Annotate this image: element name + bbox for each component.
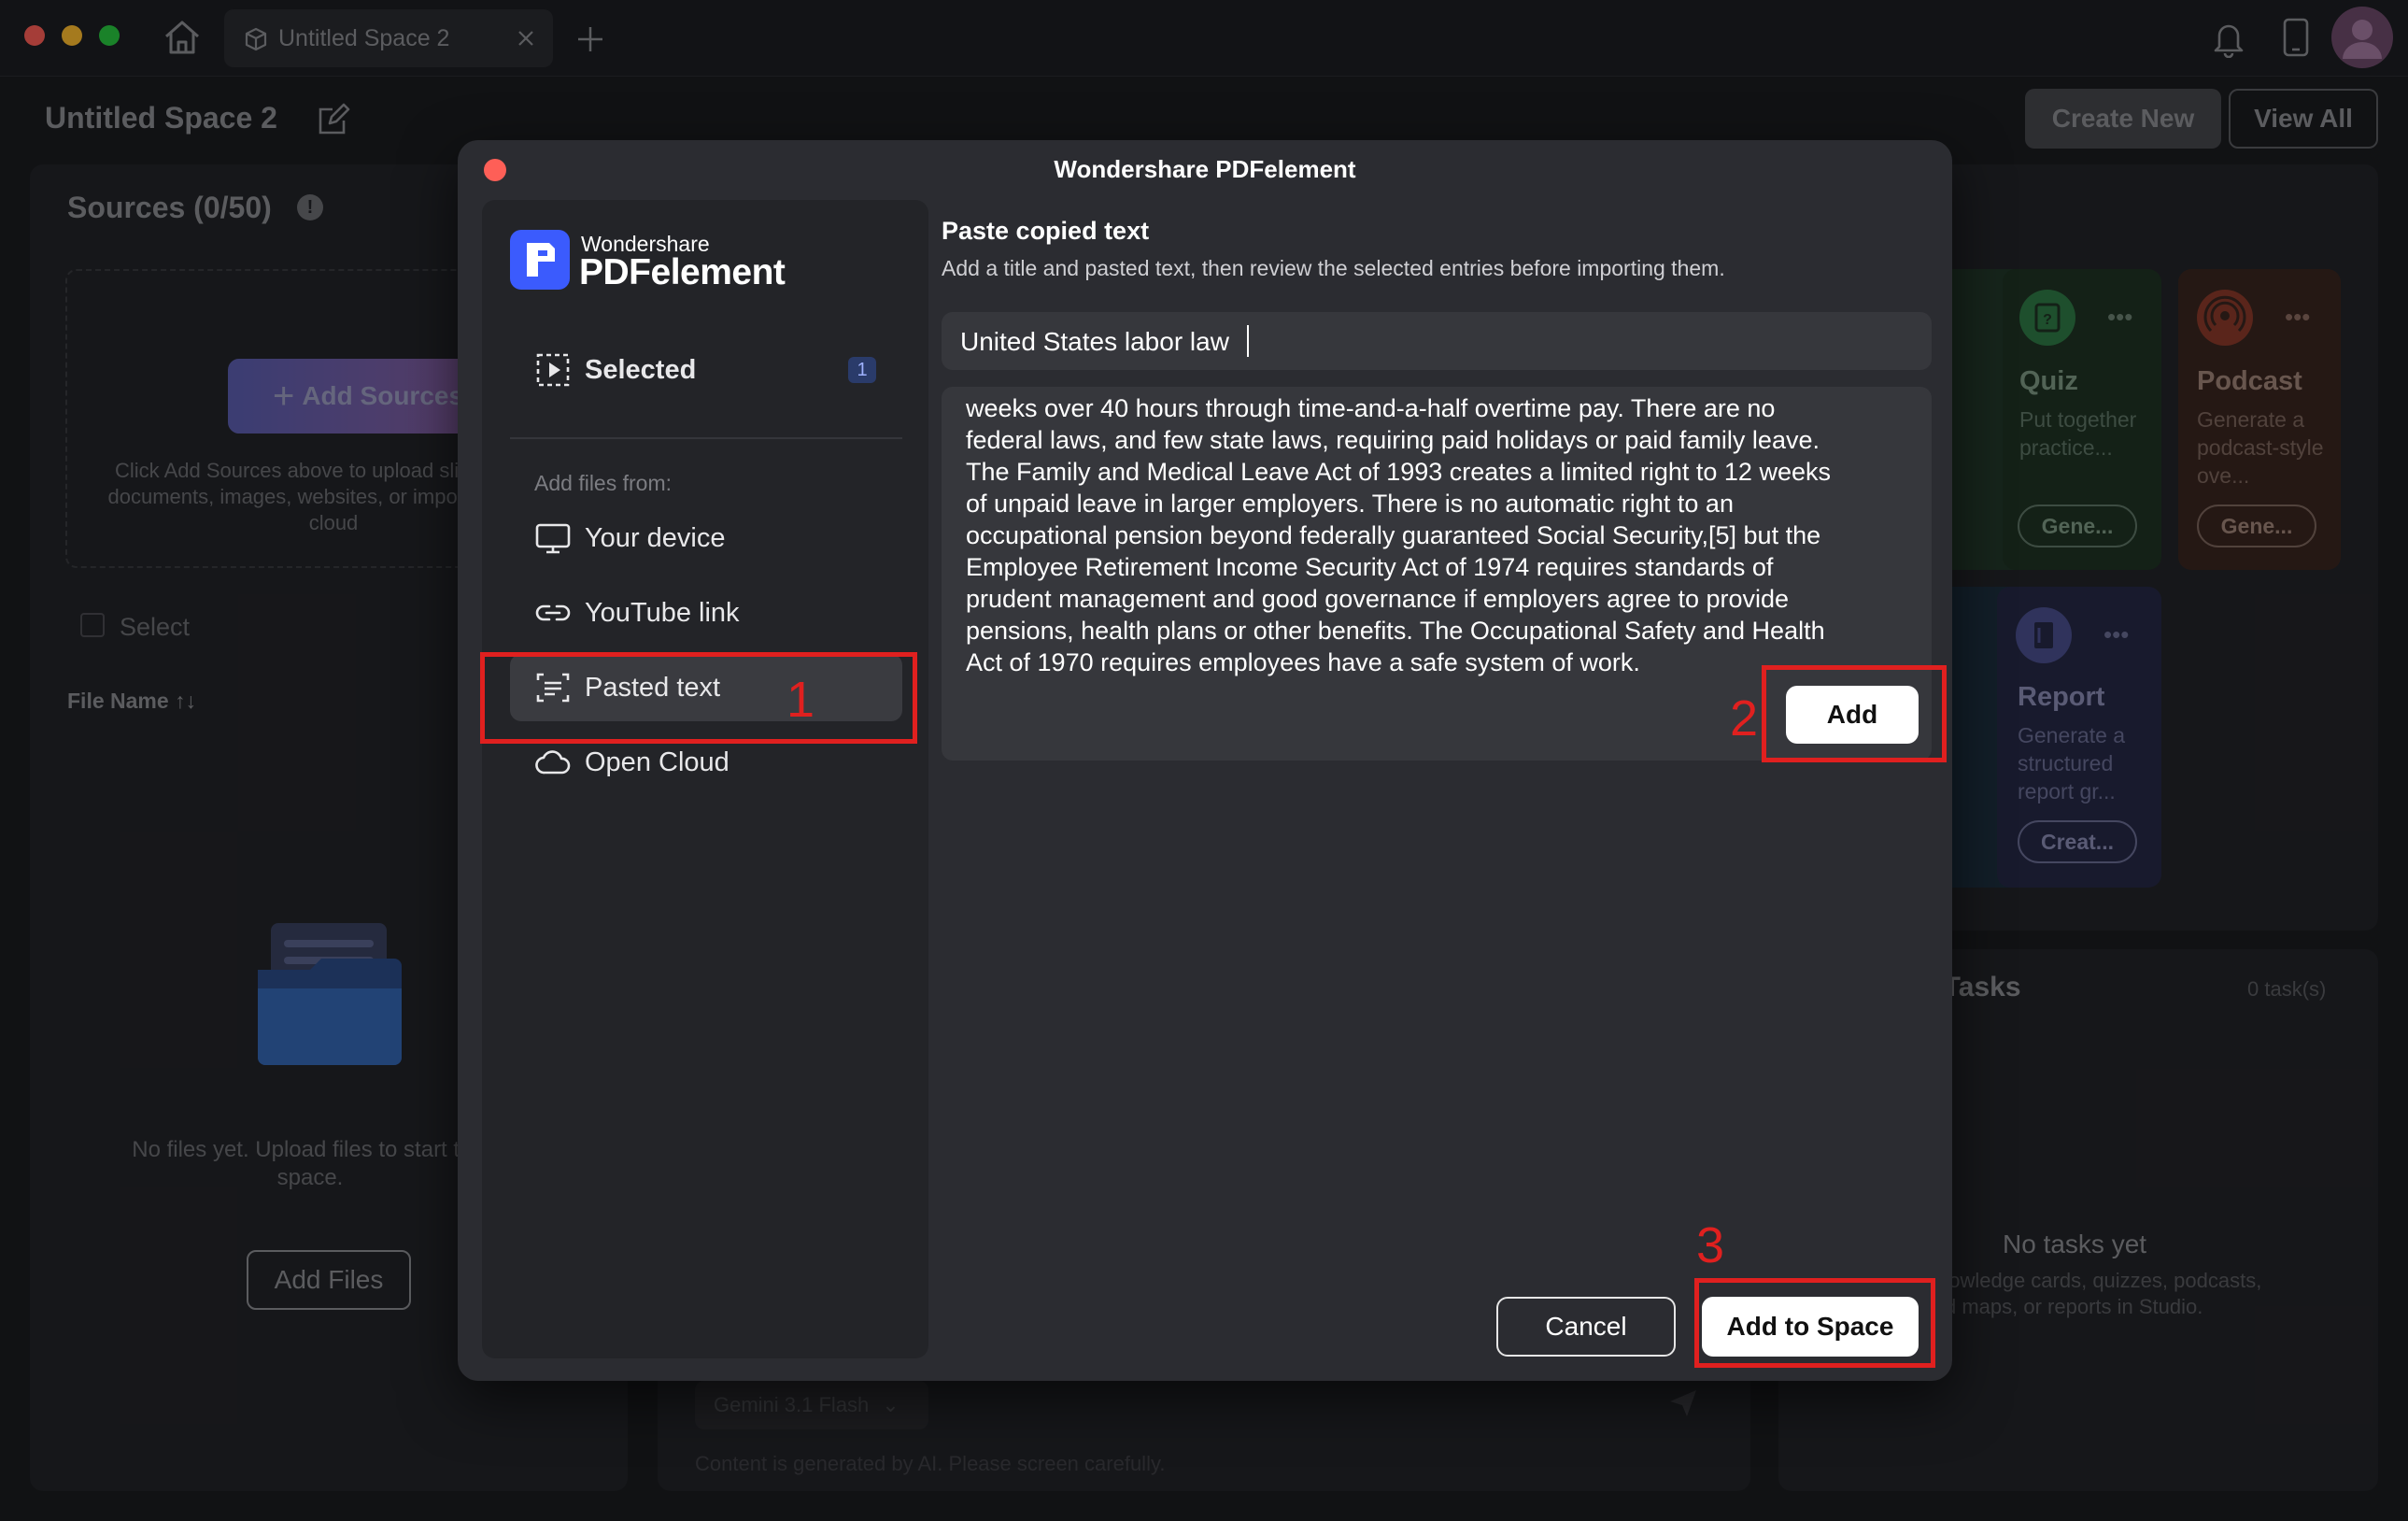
selected-count-badge: 1 [848,357,876,383]
text-line: occupational pension beyond federally gu… [966,521,1821,549]
annotation-box-add [1762,665,1947,762]
annotation-step-3: 3 [1696,1217,1725,1273]
your-device-label: Your device [585,522,726,553]
monitor-icon [534,519,572,557]
pasted-text-content: weeks over 40 hours through time-and-a-h… [966,392,1831,678]
text-line: pensions, health plans or other benefits… [966,617,1825,645]
text-line: prudent management and good governance i… [966,585,1790,613]
title-input[interactable]: United States labor law [942,312,1932,370]
pdfelement-logo-icon [510,230,570,290]
sidebar-item-youtube-link[interactable]: YouTube link [510,579,902,647]
selection-icon [534,351,572,389]
open-cloud-label: Open Cloud [585,746,729,777]
text-line: weeks over 40 hours through time-and-a-h… [966,394,1776,422]
link-icon [534,594,572,632]
sidebar-item-your-device[interactable]: Your device [510,505,902,572]
sidebar-item-selected[interactable]: Selected 1 [510,336,902,404]
text-line: Employee Retirement Income Security Act … [966,553,1774,581]
cancel-button[interactable]: Cancel [1496,1297,1676,1357]
add-files-from-label: Add files from: [534,471,672,495]
section-title: Paste copied text [942,217,1150,245]
annotation-step-2: 2 [1730,690,1759,746]
brand-main: PDFelement [579,252,786,292]
cloud-icon [534,744,572,781]
annotation-box-pasted-text [480,652,917,744]
title-input-value: United States labor law [960,327,1229,356]
dialog-title: Wondershare PDFelement [1054,155,1356,183]
section-subtitle: Add a title and pasted text, then review… [942,256,1725,280]
youtube-link-label: YouTube link [585,597,740,628]
text-line: The Family and Medical Leave Act of 1993… [966,458,1831,486]
annotation-box-add-to-space [1694,1278,1935,1368]
text-line: federal laws, and few state laws, requir… [966,426,1820,454]
dialog-sidebar: Wondershare PDFelement Selected 1 Add fi… [482,200,928,1358]
selected-label: Selected [585,354,697,385]
annotation-step-1: 1 [786,672,815,728]
text-line: of unpaid leave in larger employers. The… [966,490,1734,518]
sidebar-divider [510,437,902,439]
import-dialog: Wondershare PDFelement Wondershare PDFel… [458,140,1952,1381]
text-cursor [1247,325,1249,357]
text-line: Act of 1970 requires employees have a sa… [966,648,1640,676]
